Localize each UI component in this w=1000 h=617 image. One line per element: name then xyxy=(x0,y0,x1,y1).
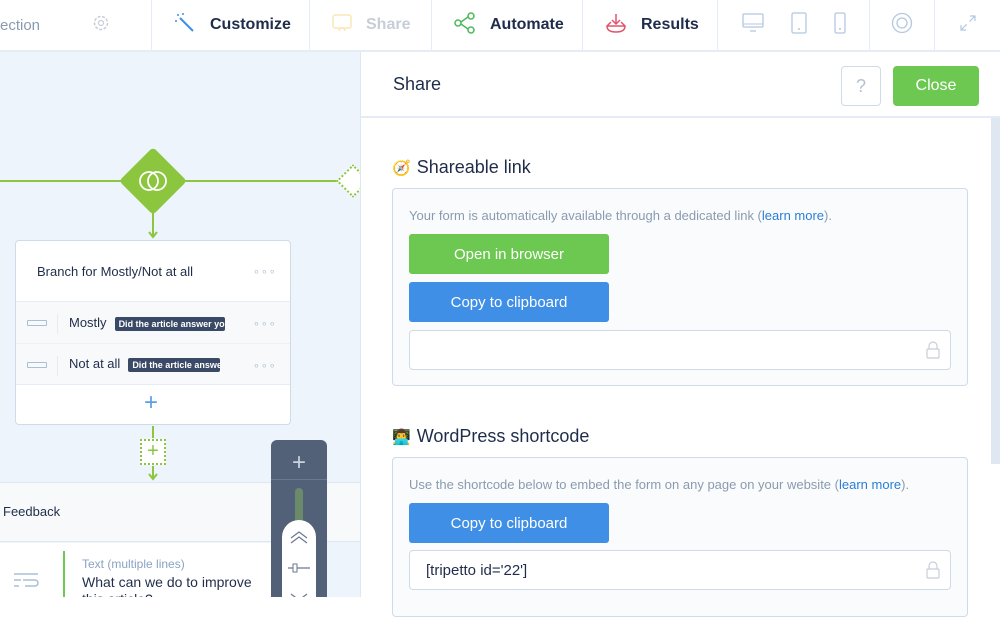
tablet-icon[interactable] xyxy=(790,11,807,39)
add-block-node[interactable]: + xyxy=(140,439,166,465)
share-nodes-icon xyxy=(454,11,476,39)
copy-shortcode-button[interactable]: Copy to clipboard xyxy=(409,503,609,543)
condition-tag: Did the article answer yo xyxy=(114,316,225,331)
conditions-list: Mostly Did the article answer yo ∘∘∘ Not … xyxy=(16,301,290,385)
question-block[interactable]: Text (multiple lines) What can we do to … xyxy=(0,543,280,597)
block-question-cont: this article? xyxy=(82,591,153,597)
lock-icon xyxy=(926,561,940,579)
learn-more-link[interactable]: learn more xyxy=(839,477,901,492)
technologist-icon: 👨‍💻 xyxy=(392,428,411,446)
condition-row[interactable]: Not at all Did the article answer ∘∘∘ xyxy=(16,344,290,386)
help-button[interactable]: ? xyxy=(841,66,881,106)
top-toolbar: ection Customize Share Automate Results xyxy=(0,0,1000,52)
copy-link-button[interactable]: Copy to clipboard xyxy=(409,282,609,322)
shareable-link-heading: 🧭 Shareable link xyxy=(392,157,531,178)
tab-share[interactable]: Share xyxy=(310,0,432,50)
more-options-icon[interactable]: ∘∘∘ xyxy=(253,359,277,372)
open-in-browser-button[interactable]: Open in browser xyxy=(409,234,609,274)
double-chevron-up-icon[interactable] xyxy=(289,530,309,544)
branch-card[interactable]: Branch for Mostly/Not at all ∘∘∘ Mostly D… xyxy=(15,240,291,425)
tab-automate[interactable]: Automate xyxy=(432,0,583,50)
section-title: Feedback xyxy=(3,504,61,519)
panel-header: Share ? Close xyxy=(361,52,1000,118)
share-panel: Share ? Close 🧭 Shareable link Your form… xyxy=(360,52,1000,617)
cast-icon xyxy=(332,13,352,37)
chevron-down-icon[interactable] xyxy=(289,592,309,597)
condition-tag: Did the article answer xyxy=(128,357,221,372)
more-options-icon[interactable]: ∘∘∘ xyxy=(253,317,277,330)
condition-row[interactable]: Mostly Did the article answer yo ∘∘∘ xyxy=(16,302,290,344)
block-accent-bar xyxy=(63,551,65,597)
divider xyxy=(57,314,58,334)
magic-wand-icon xyxy=(174,12,196,39)
block-type: Text (multiple lines) xyxy=(82,557,185,571)
expand-icon xyxy=(958,13,978,38)
panel-scrollbar[interactable] xyxy=(991,118,1000,464)
shortcode-value: [tripetto id='22'] xyxy=(426,561,528,579)
zoom-in-button[interactable]: + xyxy=(271,448,327,478)
panel-title: Share xyxy=(393,73,442,94)
lock-icon xyxy=(926,341,940,359)
shortcode-field[interactable]: [tripetto id='22'] xyxy=(409,550,951,590)
more-options-icon[interactable]: ∘∘∘ xyxy=(253,265,277,278)
tab-results[interactable]: Results xyxy=(583,0,718,50)
zoom-scroll-handle[interactable] xyxy=(282,520,316,597)
branch-title: Branch for Mostly/Not at all xyxy=(37,264,194,279)
condition-label: Mostly Did the article answer yo xyxy=(69,315,225,331)
learn-more-link[interactable]: learn more xyxy=(762,208,824,223)
condition-label: Not at all Did the article answer xyxy=(69,356,221,372)
close-button[interactable]: Close xyxy=(893,66,979,106)
ruler-icon xyxy=(27,320,47,326)
add-condition-button[interactable]: + xyxy=(144,391,158,415)
desktop-icon[interactable] xyxy=(741,12,764,38)
flow-canvas[interactable]: Branch for Mostly/Not at all ∘∘∘ Mostly D… xyxy=(0,52,360,597)
wordpress-title: WordPress shortcode xyxy=(416,426,590,446)
block-question: What can we do to improve xyxy=(82,574,252,590)
shareable-url-field[interactable] xyxy=(409,330,951,370)
gear-icon[interactable] xyxy=(92,14,110,36)
fullscreen-button[interactable] xyxy=(935,0,1000,50)
compass-icon: 🧭 xyxy=(392,159,411,177)
overlap-circles-icon xyxy=(139,171,167,191)
tab-customize[interactable]: Customize xyxy=(152,0,310,50)
wordpress-description: Use the shortcode below to embed the for… xyxy=(409,477,910,492)
download-tray-icon xyxy=(605,12,627,39)
phone-icon[interactable] xyxy=(833,11,846,39)
section-label: ection xyxy=(0,16,41,34)
zoom-control: + xyxy=(271,440,327,597)
divider xyxy=(57,356,58,376)
divider xyxy=(271,479,327,480)
shareable-description: Your form is automatically available thr… xyxy=(409,208,832,223)
multiline-text-icon xyxy=(13,572,39,593)
wordpress-box: Use the shortcode below to embed the for… xyxy=(392,457,968,617)
lifebuoy-icon xyxy=(891,12,913,39)
shareable-link-title: Shareable link xyxy=(416,157,531,177)
wordpress-heading: 👨‍💻 WordPress shortcode xyxy=(392,426,589,447)
device-preview-group xyxy=(718,0,870,50)
shareable-link-box: Your form is automatically available thr… xyxy=(392,188,968,386)
slider-handle-icon[interactable] xyxy=(288,563,310,573)
section-settings[interactable]: ection xyxy=(0,0,152,50)
ruler-icon xyxy=(27,362,47,368)
help-button[interactable] xyxy=(870,0,935,50)
